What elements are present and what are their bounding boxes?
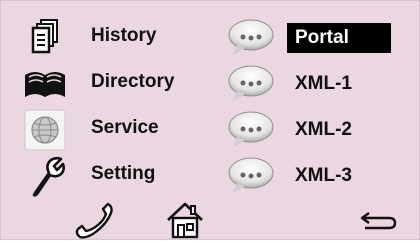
- document-list-icon: [21, 17, 69, 59]
- phone-menu-screen: History Portal Directory XML-1 Service X…: [0, 0, 420, 240]
- menu-item-label: XML-3: [295, 165, 352, 186]
- menu-item-xml-2[interactable]: XML-2: [287, 115, 391, 145]
- menu-item-service[interactable]: Service: [21, 107, 211, 153]
- speech-bubble-icon[interactable]: [227, 109, 275, 149]
- menu-row: Service XML-2: [1, 107, 420, 153]
- globe-icon: [21, 109, 69, 151]
- menu-item-portal[interactable]: Portal: [287, 23, 391, 53]
- menu-row: Directory XML-1: [1, 61, 420, 107]
- menu-item-label: Portal: [295, 27, 349, 48]
- wrench-icon: [21, 155, 69, 197]
- menu-item-label: XML-2: [295, 119, 352, 140]
- menu-row: Setting XML-3: [1, 153, 420, 199]
- phone-handset-icon[interactable]: [71, 199, 117, 239]
- menu-item-label: History: [91, 25, 157, 46]
- menu-item-label: XML-1: [295, 73, 352, 94]
- menu-row: History Portal: [1, 15, 420, 61]
- back-arrow-icon[interactable]: [359, 209, 399, 233]
- menu-item-label: Directory: [91, 71, 175, 92]
- open-book-icon: [21, 63, 69, 105]
- home-icon[interactable]: [165, 201, 205, 239]
- menu-item-xml-3[interactable]: XML-3: [287, 161, 391, 191]
- menu-item-label: Service: [91, 117, 159, 138]
- speech-bubble-icon[interactable]: [227, 63, 275, 103]
- softkey-bar: [1, 199, 420, 241]
- speech-bubble-icon[interactable]: [227, 155, 275, 195]
- menu-item-history[interactable]: History: [21, 15, 211, 61]
- menu-item-directory[interactable]: Directory: [21, 61, 211, 107]
- menu-item-xml-1[interactable]: XML-1: [287, 69, 391, 99]
- speech-bubble-icon[interactable]: [227, 17, 275, 57]
- menu-item-setting[interactable]: Setting: [21, 153, 211, 199]
- menu-item-label: Setting: [91, 163, 156, 184]
